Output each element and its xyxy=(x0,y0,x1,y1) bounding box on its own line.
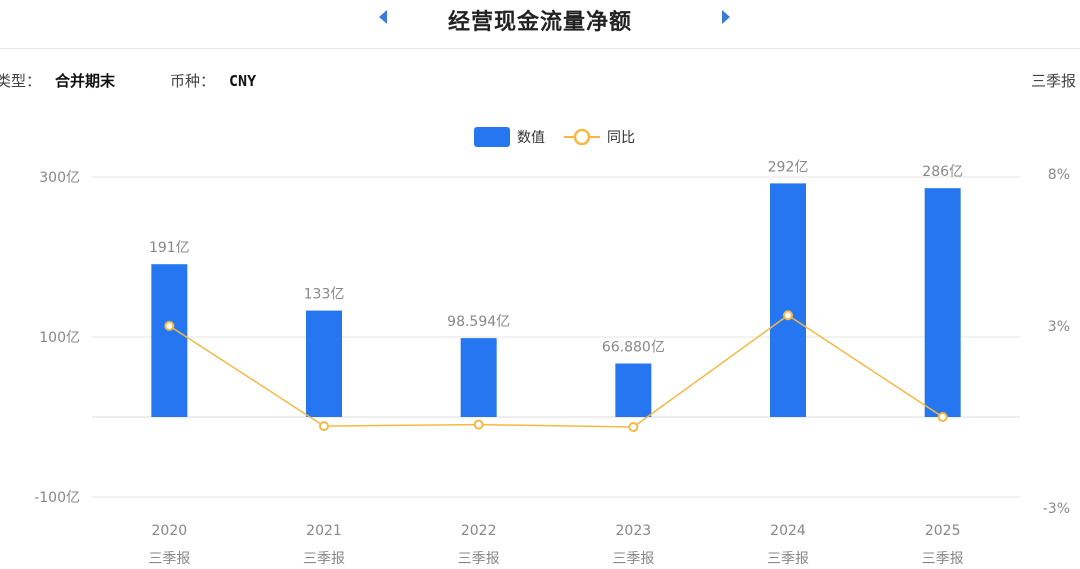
y-right-tick-label: -3% xyxy=(1043,501,1070,517)
yoy-line xyxy=(168,314,944,428)
period-selector[interactable]: 三季报 xyxy=(1031,70,1076,91)
legend-bar-swatch[interactable] xyxy=(474,127,510,147)
legend-bar-label[interactable]: 数值 xyxy=(517,130,545,146)
bar-data-label: 133亿 xyxy=(304,287,345,303)
yoy-point[interactable] xyxy=(164,320,175,331)
x-tick-label: 2022 xyxy=(461,523,497,539)
type-value: 合并期末 xyxy=(55,72,116,90)
x-tick-sublabel: 三季报 xyxy=(767,551,809,567)
bar[interactable] xyxy=(770,183,806,417)
x-tick-sublabel: 三季报 xyxy=(612,551,654,567)
currency-value: CNY xyxy=(229,72,257,90)
yoy-point[interactable] xyxy=(783,310,793,321)
legend-line-marker xyxy=(573,128,591,146)
bar[interactable] xyxy=(460,338,497,417)
x-tick-sublabel: 三季报 xyxy=(303,551,345,567)
x-tick-label: 2024 xyxy=(770,523,806,539)
y-left-tick-label: -100亿 xyxy=(34,490,80,506)
yoy-point[interactable] xyxy=(628,422,639,433)
x-tick-label: 2025 xyxy=(925,523,961,539)
yoy-point[interactable] xyxy=(937,412,948,422)
y-right-tick-label: 8% xyxy=(1048,167,1070,183)
yoy-point[interactable] xyxy=(319,421,329,432)
type-info: 类型： 合并期末 xyxy=(0,70,115,91)
bar[interactable] xyxy=(306,310,342,417)
x-tick-label: 2023 xyxy=(616,523,652,539)
type-label: 类型： xyxy=(0,72,42,90)
next-arrow-icon[interactable] xyxy=(722,10,730,24)
legend-line-label[interactable]: 同比 xyxy=(607,130,635,146)
y-left-tick-label: 100亿 xyxy=(39,330,80,346)
y-left-tick-label: 300亿 xyxy=(39,170,80,186)
x-tick-sublabel: 三季报 xyxy=(922,551,964,567)
bar-data-label: 98.594亿 xyxy=(447,314,510,330)
currency-label: 币种： xyxy=(170,72,216,90)
bar[interactable] xyxy=(615,363,652,417)
x-tick-label: 2020 xyxy=(152,523,188,539)
x-tick-label: 2021 xyxy=(306,523,342,539)
x-tick-sublabel: 三季报 xyxy=(458,551,500,567)
chart-title: 经营现金流量净额 xyxy=(447,9,632,35)
x-tick-sublabel: 三季报 xyxy=(148,551,190,567)
yoy-point[interactable] xyxy=(473,419,484,430)
bar-data-label: 292亿 xyxy=(768,159,809,175)
bar[interactable] xyxy=(924,188,961,417)
bar[interactable] xyxy=(151,264,188,417)
y-right-tick-label: 3% xyxy=(1048,319,1070,335)
bar-data-label: 191亿 xyxy=(149,240,190,256)
currency-info: 币种： CNY xyxy=(170,70,256,91)
bar-data-label: 66.880亿 xyxy=(602,339,665,355)
chart-header: 经营现金流量净额 xyxy=(0,0,1080,49)
cashflow-chart: 191亿 133亿 98.594亿 66.880亿 292亿 286亿 300亿 100亿 -… xyxy=(34,127,1070,567)
bar-data-label: 286亿 xyxy=(922,164,963,180)
